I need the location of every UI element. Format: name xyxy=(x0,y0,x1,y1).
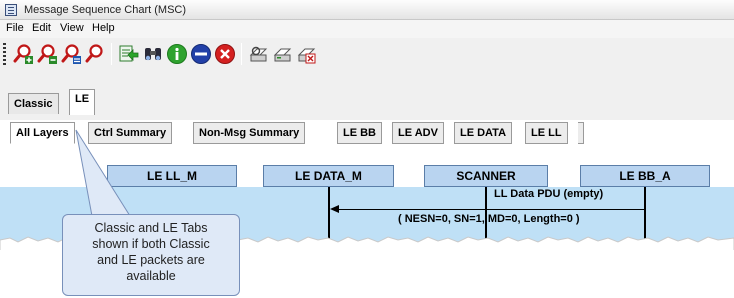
print-preview-icon[interactable] xyxy=(296,43,318,65)
print-setup-icon[interactable] xyxy=(248,43,270,65)
message-label[interactable]: LL Data PDU (empty) xyxy=(494,188,603,200)
toolbar-separator xyxy=(111,43,112,65)
tab-le-data[interactable]: LE DATA xyxy=(454,122,513,144)
tab-non-msg-summary[interactable]: Non-Msg Summary xyxy=(193,122,306,144)
stop-icon[interactable] xyxy=(190,43,212,65)
zoom-in-icon[interactable] xyxy=(12,43,34,65)
callout-line: available xyxy=(126,269,176,283)
lane-scanner[interactable]: SCANNER xyxy=(424,165,548,187)
title-bar: Message Sequence Chart (MSC) xyxy=(0,0,734,20)
tab-all-layers[interactable]: All Layers xyxy=(10,122,75,144)
lane-le-bb-a[interactable]: LE BB_A xyxy=(580,165,710,187)
callout-line: Classic and LE Tabs xyxy=(94,221,208,235)
app-icon xyxy=(5,4,17,16)
tab-le[interactable]: LE xyxy=(69,89,96,115)
toolbar-grip[interactable] xyxy=(3,43,6,65)
message-params[interactable]: ( NESN=0, SN=1, MD=0, Length=0 ) xyxy=(398,213,580,225)
toolbar-separator xyxy=(241,43,242,65)
arrow-head xyxy=(330,205,339,213)
menu-help[interactable]: Help xyxy=(92,22,115,34)
lane-le-data-m[interactable]: LE DATA_M xyxy=(263,165,394,187)
print-icon[interactable] xyxy=(272,43,294,65)
menu-view[interactable]: View xyxy=(60,22,84,34)
callout-line: shown if both Classic xyxy=(92,237,210,251)
message-arrow[interactable] xyxy=(336,209,644,210)
outer-tab-strip: Classic LE xyxy=(0,70,734,120)
close-icon[interactable] xyxy=(214,43,236,65)
tab-ctrl-summary[interactable]: Ctrl Summary xyxy=(88,122,173,144)
tab-strip-end xyxy=(578,122,584,144)
zoom-reset-icon[interactable] xyxy=(84,43,106,65)
menu-edit[interactable]: Edit xyxy=(32,22,51,34)
info-icon[interactable] xyxy=(166,43,188,65)
msc-window: Message Sequence Chart (MSC) File Edit V… xyxy=(0,0,734,250)
tab-classic[interactable]: Classic xyxy=(8,93,59,114)
zoom-out-icon[interactable] xyxy=(36,43,58,65)
lane-le-ll-m[interactable]: LE LL_M xyxy=(107,165,237,187)
toolbar xyxy=(0,38,734,70)
zoom-fit-icon[interactable] xyxy=(60,43,82,65)
menu-bar: File Edit View Help xyxy=(0,20,734,38)
window-title: Message Sequence Chart (MSC) xyxy=(24,4,187,16)
tab-le-ll[interactable]: LE LL xyxy=(525,122,568,144)
menu-file[interactable]: File xyxy=(6,22,24,34)
callout-line: and LE packets are xyxy=(97,253,205,267)
tab-le-bb[interactable]: LE BB xyxy=(337,122,382,144)
tab-le-adv[interactable]: LE ADV xyxy=(392,122,444,144)
find-icon[interactable] xyxy=(142,43,164,65)
callout-note: Classic and LE Tabs shown if both Classi… xyxy=(62,214,240,296)
goto-icon[interactable] xyxy=(118,43,140,65)
